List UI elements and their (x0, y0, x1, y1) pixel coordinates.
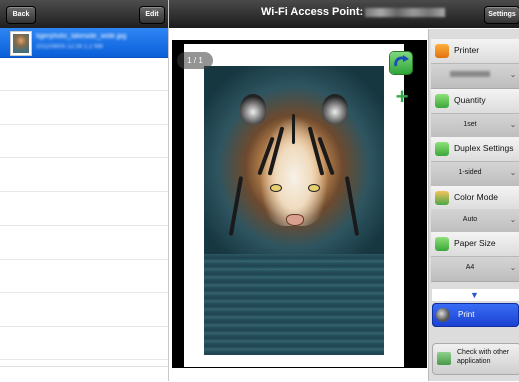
tiger-stripe (228, 176, 244, 236)
paper-size-value: A4 (465, 264, 475, 271)
file-info: 2011/08/05 12:34 1.2 MB (36, 44, 103, 50)
preview-page (184, 44, 404, 367)
printer-setting[interactable]: Printer (431, 39, 519, 64)
open-in-icon (437, 352, 451, 365)
left-toolbar: Back Edit (0, 0, 168, 28)
tiger-photo (204, 66, 384, 355)
check-with-other-app-button[interactable]: Check with other application (432, 343, 519, 375)
title-text: Wi-Fi Access Point: (261, 6, 364, 18)
quantity-label: Quantity (454, 95, 486, 105)
paper-size-setting[interactable]: Paper Size (431, 232, 519, 257)
tiger-eye (270, 184, 282, 192)
settings-button[interactable]: Settings (484, 6, 519, 24)
quantity-select[interactable]: 1set ⌄ (431, 114, 519, 139)
rotate-button[interactable] (390, 52, 412, 74)
file-thumbnail (10, 31, 32, 56)
water-reflection (204, 253, 384, 355)
list-divider (0, 157, 168, 158)
add-icon[interactable]: + (392, 86, 412, 108)
list-divider (0, 326, 168, 327)
redacted-printer-name (450, 71, 490, 78)
duplex-setting[interactable]: Duplex Settings (431, 137, 519, 162)
color-mode-select[interactable]: Auto ⌄ (431, 209, 519, 234)
check-label: Check with other application (457, 349, 510, 365)
print-preview (172, 40, 427, 368)
quantity-value: 1set (463, 121, 477, 128)
color-mode-icon (435, 191, 449, 205)
paper-size-icon (435, 237, 449, 251)
main-toolbar: Wi-Fi Access Point: Settings (169, 0, 519, 28)
list-divider (0, 359, 168, 360)
paper-size-select[interactable]: A4 ⌄ (431, 257, 519, 282)
color-mode-label: Color Mode (454, 192, 498, 202)
file-list-panel: Back Edit tigerphoto_lakeside_wide.jpg 2… (0, 0, 169, 382)
rotate-icon (394, 55, 409, 67)
print-label: Print (458, 310, 475, 319)
print-button[interactable]: Print (432, 303, 519, 327)
page-indicator: 1 / 1 (177, 52, 213, 69)
chevron-down-icon: ⌄ (509, 70, 517, 79)
printer-value-redacted (431, 71, 509, 78)
down-arrow-icon: ▼ (470, 290, 479, 300)
tiger-nose (286, 214, 304, 226)
duplex-icon (435, 142, 449, 156)
tiger-stripe (292, 114, 295, 144)
duplex-value: 1-sided (458, 169, 482, 176)
quantity-icon (435, 94, 449, 108)
print-icon (436, 308, 450, 322)
quantity-setting[interactable]: Quantity (431, 89, 519, 114)
printer-icon (435, 44, 449, 58)
paper-size-label: Paper Size (454, 238, 496, 248)
tiger-stripe (344, 176, 360, 236)
duplex-select[interactable]: 1-sided ⌄ (431, 162, 519, 187)
file-name: tigerphoto_lakeside_wide.jpg (36, 33, 127, 40)
access-point-name-redacted (365, 7, 446, 17)
back-button[interactable]: Back (6, 6, 36, 24)
chevron-down-icon: ⌄ (509, 168, 517, 177)
edit-button[interactable]: Edit (139, 6, 165, 24)
duplex-label: Duplex Settings (454, 143, 514, 153)
tiger-thumbnail-image (13, 34, 29, 53)
page-title: Wi-Fi Access Point: (261, 6, 446, 18)
list-divider (0, 292, 168, 293)
chevron-down-icon: ⌄ (509, 263, 517, 272)
list-divider (0, 90, 168, 91)
list-divider (0, 225, 168, 226)
chevron-down-icon: ⌄ (509, 215, 517, 224)
printer-select[interactable]: ⌄ (431, 64, 519, 89)
printer-label: Printer (454, 45, 480, 55)
list-divider (0, 191, 168, 192)
list-item[interactable]: tigerphoto_lakeside_wide.jpg 2011/08/05 … (0, 28, 168, 58)
tiger-eye (308, 184, 320, 192)
color-mode-value: Auto (462, 216, 478, 223)
chevron-down-icon: ⌄ (509, 120, 517, 129)
tiger-ear (322, 94, 348, 124)
left-bottom-bar (0, 366, 168, 382)
file-list: tigerphoto_lakeside_wide.jpg 2011/08/05 … (0, 28, 168, 58)
list-divider (0, 259, 168, 260)
scroll-more[interactable]: ▼ (432, 289, 519, 301)
print-settings-panel: Printer ⌄ Quantity 1set ⌄ Duplex Setting… (428, 29, 519, 381)
list-divider (0, 124, 168, 125)
tiger-ear (240, 94, 266, 124)
color-mode-setting[interactable]: Color Mode (431, 186, 519, 211)
